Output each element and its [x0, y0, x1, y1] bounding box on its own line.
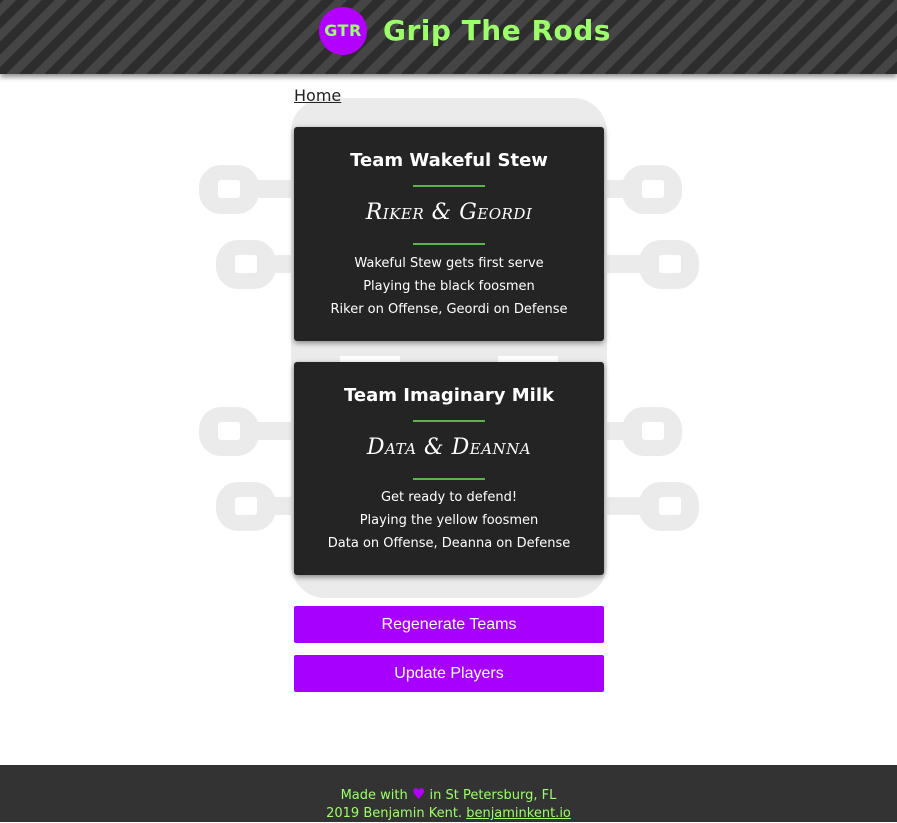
team-card: Team Wakeful Stew Riker & Geordi Wakeful…: [294, 127, 604, 341]
team-name: Team Wakeful Stew: [350, 150, 548, 171]
divider: [413, 243, 485, 245]
foosmen-color-info: Playing the black foosmen: [363, 279, 535, 294]
update-players-button[interactable]: Update Players: [294, 655, 604, 692]
divider: [413, 478, 485, 480]
author-website-link[interactable]: benjaminkent.io: [466, 806, 571, 821]
serve-info: Get ready to defend!: [380, 490, 518, 505]
team-card: Team Imaginary Milk Data & Deanna Get re…: [294, 362, 604, 575]
copyright-text: 2019 Benjamin Kent.: [326, 806, 463, 821]
site-footer: Made with ♥ in St Petersburg, FL 2019 Be…: [0, 765, 897, 822]
site-title[interactable]: Grip The Rods: [383, 12, 611, 50]
home-link[interactable]: Home: [294, 86, 341, 106]
positions-info: Data on Offense, Deanna on Defense: [327, 536, 571, 551]
regenerate-teams-button[interactable]: Regenerate Teams: [294, 606, 604, 643]
positions-info: Riker on Offense, Geordi on Defense: [330, 302, 568, 317]
team-players: Riker & Geordi: [365, 200, 533, 225]
logo-badge[interactable]: GTR: [319, 7, 367, 55]
location-text: in St Petersburg, FL: [429, 788, 557, 803]
team-players: Data & Deanna: [366, 435, 532, 460]
serve-info: Wakeful Stew gets first serve: [354, 256, 544, 271]
site-header: GTR Grip The Rods: [0, 0, 897, 74]
made-with-text: Made with: [340, 788, 408, 803]
foosmen-color-info: Playing the yellow foosmen: [359, 513, 539, 528]
footer-copyright: 2019 Benjamin Kent. benjaminkent.io: [0, 805, 897, 823]
team-name: Team Imaginary Milk: [344, 385, 554, 406]
divider: [413, 185, 485, 187]
footer-made-with: Made with ♥ in St Petersburg, FL: [0, 785, 897, 805]
divider: [413, 420, 485, 422]
heart-icon: ♥: [411, 785, 426, 803]
